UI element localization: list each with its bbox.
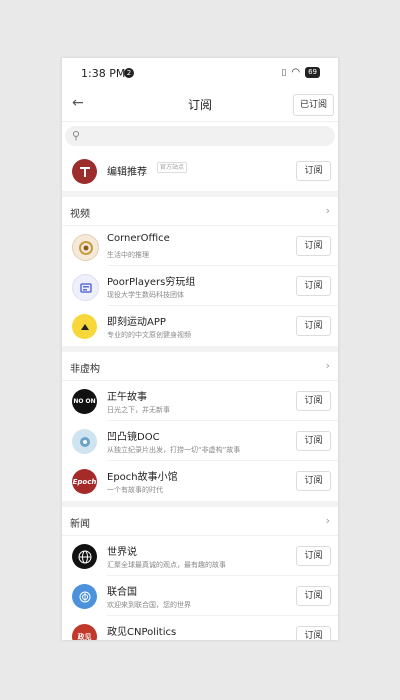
featured-name: 编辑推荐 <box>107 167 147 178</box>
item-name: 世界说 <box>107 547 137 558</box>
section-header-news[interactable]: 新闻 › <box>62 507 338 536</box>
battery-icon: 69 <box>305 67 320 78</box>
subscribe-button[interactable]: 订阅 <box>296 431 331 451</box>
phone-screen: 1:38 PM 2 ▯ ◠ 69 ← 订阅 已订阅 ⚲ 编辑推荐 官方站点 订阅… <box>62 58 338 640</box>
vibrate-icon: ▯ <box>281 67 287 78</box>
list-item[interactable]: CornerOffice 生活中的推理 订阅 <box>62 226 338 266</box>
chevron-right-icon: › <box>325 359 330 372</box>
list-item[interactable]: NO ON 正午故事 日光之下，并无新事 订阅 <box>62 381 338 421</box>
item-desc: 一个有故事的时代 <box>107 486 163 494</box>
search-icon: ⚲ <box>72 129 81 142</box>
shijieshuo-avatar <box>72 544 97 569</box>
item-desc: 日光之下，并无新事 <box>107 406 170 414</box>
chevron-right-icon: › <box>325 514 330 527</box>
item-name: 即刻运动APP <box>107 317 166 328</box>
subscribe-button[interactable]: 订阅 <box>296 236 331 256</box>
subscribed-button[interactable]: 已订阅 <box>292 94 334 116</box>
status-time: 1:38 PM <box>81 67 126 80</box>
item-name: 联合国 <box>107 587 137 598</box>
globe-icon <box>78 550 91 563</box>
notification-badge-icon: 2 <box>124 68 134 78</box>
corneroffice-logo-icon <box>78 240 93 255</box>
list-item[interactable]: Epoch Epoch故事小馆 一个有故事的时代 订阅 <box>62 461 338 501</box>
section-title: 新闻 <box>70 519 90 530</box>
item-name: PoorPlayers穷玩组 <box>107 277 196 288</box>
list-item[interactable]: 联合国 欢迎来到联合国，您的世界 订阅 <box>62 576 338 616</box>
poorplayers-avatar <box>72 274 99 301</box>
aotujing-avatar <box>72 429 97 454</box>
t-logo-icon <box>79 166 90 177</box>
subscribe-button[interactable]: 订阅 <box>296 626 331 640</box>
search-input[interactable]: ⚲ <box>65 126 335 146</box>
subscribe-button[interactable]: 订阅 <box>296 471 331 491</box>
un-avatar <box>72 584 97 609</box>
list-item[interactable]: 即刻运动APP 专业的的中文原创健身视频 订阅 <box>62 306 338 346</box>
status-bar: 1:38 PM 2 ▯ ◠ 69 <box>62 58 338 88</box>
poorplayers-logo-icon <box>79 282 92 293</box>
item-name: 政见CNPolitics <box>107 627 177 638</box>
official-site-badge: 官方站点 <box>157 162 188 173</box>
wifi-icon: ◠ <box>291 67 301 78</box>
item-desc: 生活中的推理 <box>107 251 149 259</box>
item-desc: 汇聚全球最真诚的观点，最有趣的故事 <box>107 561 226 569</box>
item-desc: 现役大学生数码科技团体 <box>107 291 184 299</box>
subscribe-button[interactable]: 订阅 <box>296 391 331 411</box>
list-item[interactable]: 凹凸镜DOC 从独立纪录片出发，打捞一切“非虚构”故事 订阅 <box>62 421 338 461</box>
section-title: 视频 <box>70 209 90 220</box>
subscribe-button[interactable]: 订阅 <box>296 276 331 296</box>
item-desc: 欢迎来到联合国，您的世界 <box>107 601 191 609</box>
subscribe-button[interactable]: 订阅 <box>296 586 331 606</box>
section-header-video[interactable]: 视频 › <box>62 197 338 226</box>
noon-avatar: NO ON <box>72 389 97 414</box>
corneroffice-avatar <box>72 234 99 261</box>
item-name: 正午故事 <box>107 392 147 403</box>
item-desc: 从独立纪录片出发，打捞一切“非虚构”故事 <box>107 446 241 454</box>
item-name: CornerOffice <box>107 233 170 244</box>
jike-avatar <box>72 314 97 339</box>
item-name: Epoch故事小馆 <box>107 472 178 483</box>
chevron-right-icon: › <box>325 204 330 217</box>
list-item[interactable]: 政见 政见CNPolitics 订阅 <box>62 616 338 640</box>
search-bar: ⚲ <box>62 122 338 151</box>
list-item[interactable]: 世界说 汇聚全球最真诚的观点，最有趣的故事 订阅 <box>62 536 338 576</box>
subscribe-button[interactable]: 订阅 <box>296 161 331 181</box>
featured-row[interactable]: 编辑推荐 官方站点 订阅 <box>62 151 338 191</box>
jike-logo-icon <box>80 323 89 330</box>
section-title: 非虚构 <box>70 364 100 375</box>
un-emblem-icon <box>79 591 90 602</box>
subscribe-button[interactable]: 订阅 <box>296 546 331 566</box>
aotujing-logo-icon <box>79 436 90 447</box>
subscribe-button[interactable]: 订阅 <box>296 316 331 336</box>
item-name: 凹凸镜DOC <box>107 432 160 443</box>
list-item[interactable]: PoorPlayers穷玩组 现役大学生数码科技团体 订阅 <box>62 266 338 306</box>
status-icons: ▯ ◠ 69 <box>281 67 320 78</box>
subscription-list: 编辑推荐 官方站点 订阅 视频 › CornerOffice 生活中的推理 订阅 <box>62 151 338 640</box>
item-desc: 专业的的中文原创健身视频 <box>107 331 191 339</box>
top-app-bar: ← 订阅 已订阅 <box>62 88 338 122</box>
cnpolitics-avatar: 政见 <box>72 624 97 640</box>
section-header-nonfiction[interactable]: 非虚构 › <box>62 352 338 381</box>
epoch-avatar: Epoch <box>72 469 97 494</box>
featured-avatar <box>72 159 97 184</box>
